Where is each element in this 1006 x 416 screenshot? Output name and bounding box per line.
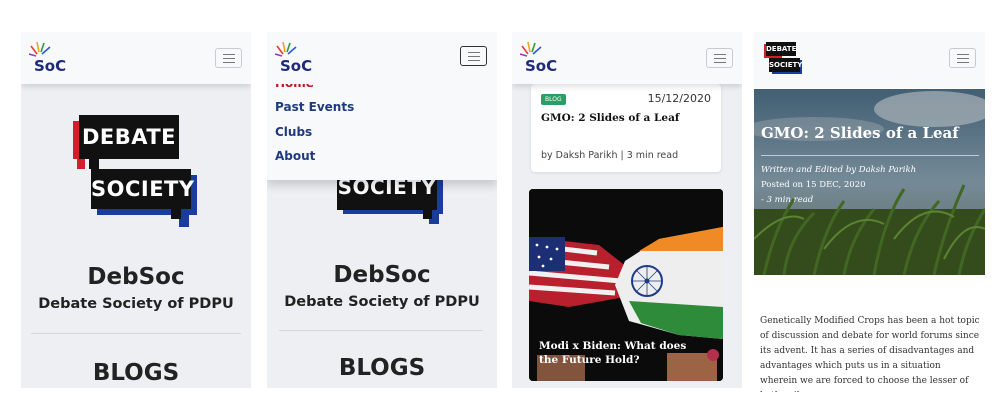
article-hero: GMO: 2 Slides of a Leaf Written and Edit… (754, 89, 985, 275)
brand-logo[interactable]: SoC (29, 40, 69, 74)
blog-card-modi-biden[interactable]: Modi x Biden: What does the Future Hold? (529, 189, 723, 381)
divider (279, 330, 483, 331)
article-body: Genetically Modified Crops has been a ho… (760, 316, 980, 392)
menu-item-about[interactable]: About (275, 149, 315, 163)
article-screen: DEBATE SOCIETY GMO: 2 Slides of a Leaf W… (754, 32, 985, 392)
article-title: GMO: 2 Slides of a Leaf (761, 124, 959, 142)
section-heading: BLOGS (338, 355, 426, 381)
page-title: DebSoc (333, 262, 431, 288)
navbar: DEBATE SOCIETY (754, 32, 985, 88)
debate-society-logo: SOCIETY (337, 172, 447, 228)
blog-card-gmo[interactable]: BLOG 15/12/2020 GMO: 2 Slides of a Leaf … (531, 84, 721, 172)
blog-byline: by Daksh Parikh | 3 min read (541, 150, 679, 161)
page-title: DebSoc (87, 264, 185, 290)
page-subtitle: Debate Society of PDPU (38, 296, 234, 312)
blog-title[interactable]: Modi x Biden: What does the Future Hold? (539, 339, 709, 367)
home-screen: SoC DEBATE SOCIETY DebSoc Debate Society… (21, 32, 251, 388)
menu-item-clubs[interactable]: Clubs (275, 125, 312, 139)
navbar: SoC (267, 32, 497, 84)
article-author: Written and Edited by Daksh Parikh (761, 165, 917, 175)
menu-toggle-button[interactable] (949, 48, 976, 68)
nav-menu: Home Past Events Clubs About (267, 72, 497, 180)
menu-toggle-button[interactable] (460, 46, 487, 66)
debate-society-logo: DEBATE SOCIETY (71, 115, 199, 233)
blog-date: 15/12/2020 (647, 92, 711, 105)
blog-list-screen: SoC BLOG 15/12/2020 GMO: 2 Slides of a L… (512, 32, 742, 388)
menu-toggle-button[interactable] (215, 48, 242, 68)
menu-screen: SoC Home Past Events Clubs About SOCIETY… (267, 32, 497, 388)
menu-toggle-button[interactable] (706, 48, 733, 68)
menu-item-past-events[interactable]: Past Events (275, 100, 354, 114)
brand-logo[interactable]: SoC (520, 40, 560, 74)
section-heading: BLOGS (92, 360, 180, 386)
brand-text: SoC (525, 57, 557, 74)
navbar: SoC (21, 32, 251, 84)
divider (761, 155, 979, 156)
blog-title[interactable]: GMO: 2 Slides of a Leaf (541, 112, 679, 124)
debate-society-logo[interactable]: DEBATE SOCIETY (764, 42, 802, 76)
article-date: Posted on 15 DEC, 2020 (761, 180, 866, 190)
navbar: SoC (512, 32, 742, 84)
brand-text: SoC (34, 57, 66, 74)
article-read-time: - 3 min read (761, 195, 814, 205)
brand-logo[interactable]: SoC (275, 40, 315, 74)
divider (31, 333, 241, 334)
blog-badge: BLOG (541, 94, 566, 105)
brand-text: SoC (280, 57, 312, 74)
page-subtitle: Debate Society of PDPU (284, 294, 480, 310)
